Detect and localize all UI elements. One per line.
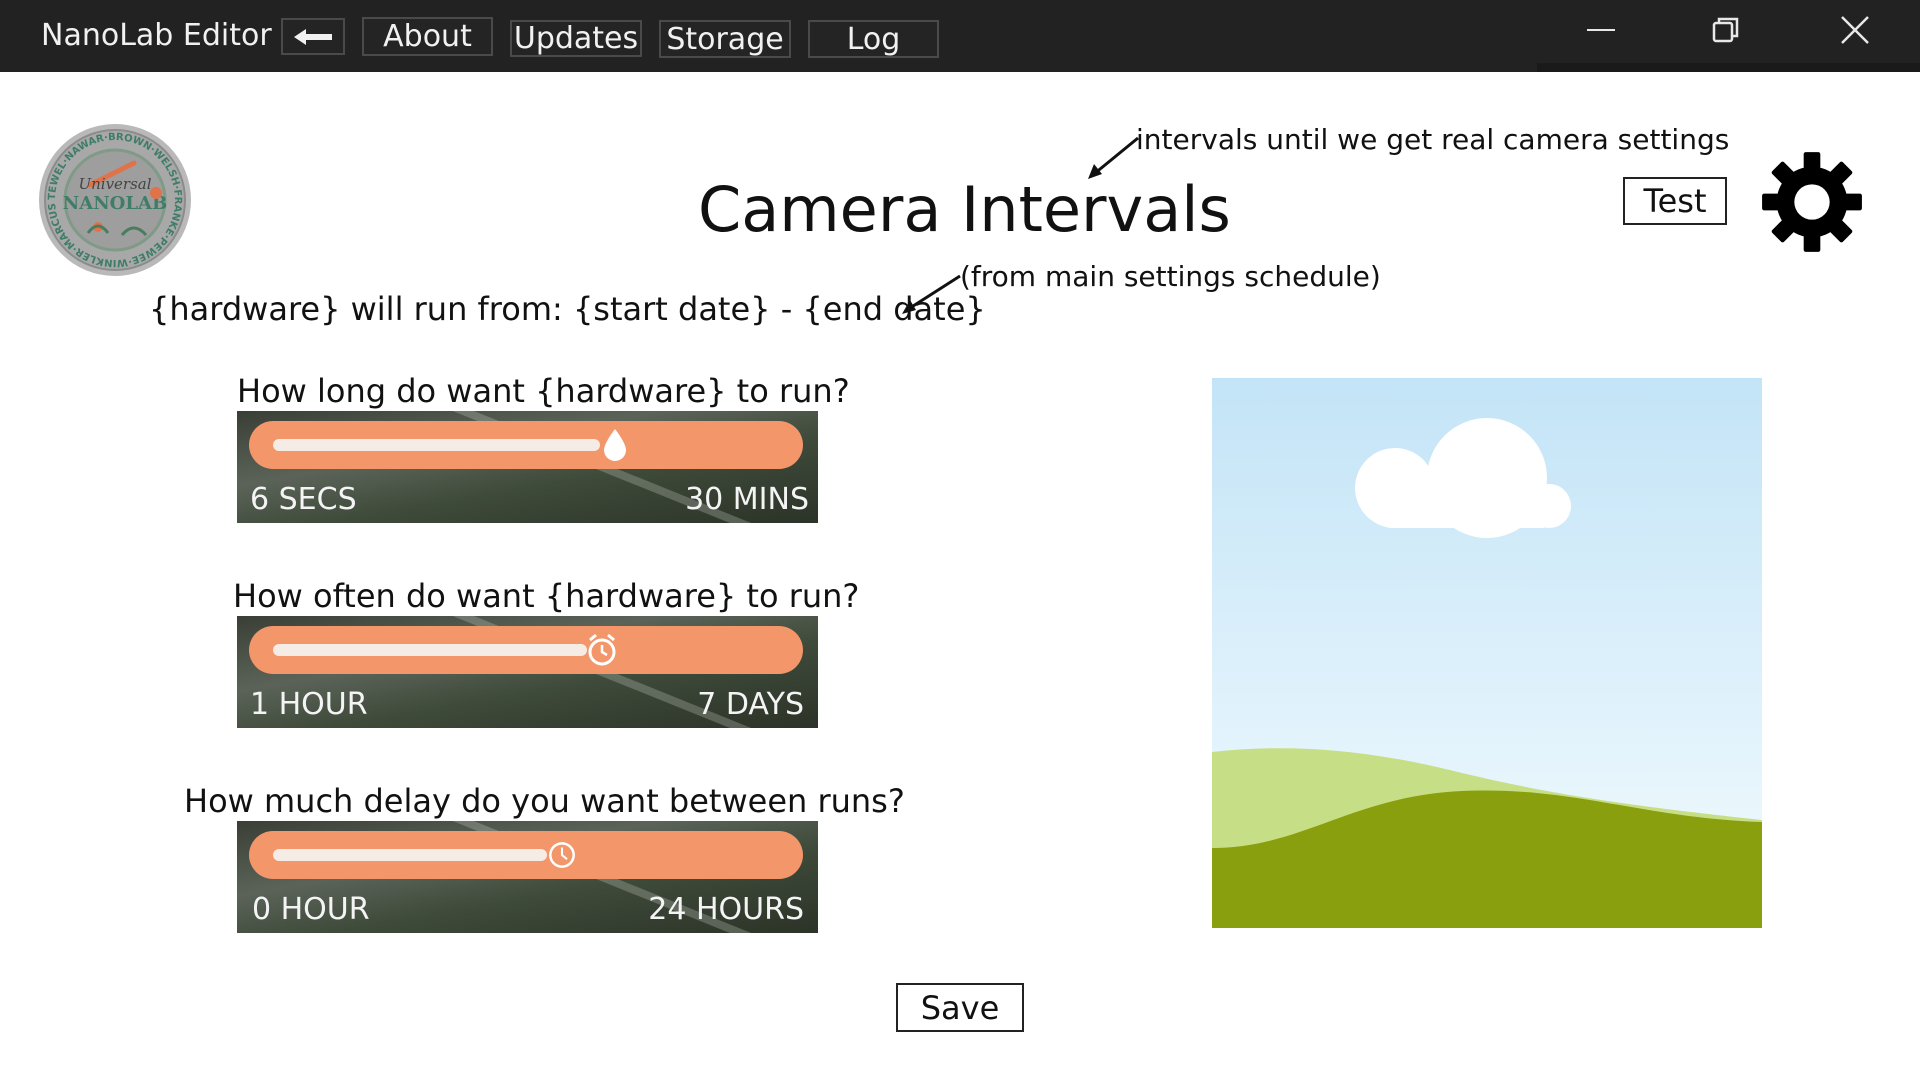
- restore-button[interactable]: [1696, 8, 1756, 52]
- menu-about[interactable]: About: [362, 17, 493, 56]
- run-range-text: {hardware} will run from: {start date} -…: [149, 290, 986, 328]
- test-button[interactable]: Test: [1623, 177, 1727, 225]
- delay-min-label: 0 HOUR: [252, 892, 370, 927]
- duration-slider[interactable]: [249, 421, 803, 469]
- menu-storage[interactable]: Storage: [659, 20, 791, 58]
- restore-icon: [1712, 17, 1739, 43]
- gear-icon[interactable]: [1760, 150, 1864, 254]
- frequency-max-label: 7 DAYS: [697, 687, 804, 722]
- menu-log[interactable]: Log: [808, 20, 939, 58]
- clock-icon[interactable]: [547, 837, 577, 873]
- delay-slider-panel: 0 HOUR 24 HOURS: [237, 821, 818, 933]
- close-icon: [1841, 16, 1869, 44]
- minimize-icon: [1587, 29, 1615, 31]
- save-button[interactable]: Save: [896, 983, 1024, 1032]
- arrow-left-icon: [294, 28, 332, 45]
- duration-question: How long do want {hardware} to run?: [237, 372, 850, 410]
- close-button[interactable]: [1825, 8, 1885, 52]
- frequency-question: How often do want {hardware} to run?: [233, 577, 860, 615]
- title-bar-divider: [1537, 63, 1920, 72]
- note-title: intervals until we get real camera setti…: [1136, 123, 1730, 156]
- duration-slider-panel: 6 SECS 30 MINS: [237, 411, 818, 523]
- logo-top-text: Universal: [78, 175, 151, 193]
- nanolab-logo: TEWEL·NAWAR·BROWN·WELSH·FRANKE·PEWEE·WIN…: [38, 123, 191, 276]
- frequency-min-label: 1 HOUR: [250, 687, 368, 722]
- droplet-icon[interactable]: [600, 427, 630, 463]
- app-name: NanoLab Editor: [41, 18, 272, 53]
- note-title-arrow: [1088, 136, 1139, 179]
- camera-preview-image: [1212, 378, 1762, 928]
- title-bar: NanoLab Editor About Updates Storage Log: [0, 0, 1920, 72]
- frequency-track: [273, 644, 587, 656]
- duration-track: [273, 439, 600, 451]
- delay-slider[interactable]: [249, 831, 803, 879]
- note-schedule: (from main settings schedule): [960, 260, 1381, 293]
- duration-max-label: 30 MINS: [685, 482, 809, 517]
- alarm-clock-icon[interactable]: [587, 632, 617, 668]
- delay-track: [273, 849, 547, 861]
- minimize-button[interactable]: [1571, 8, 1631, 52]
- delay-question: How much delay do you want between runs?: [184, 782, 905, 820]
- delay-max-label: 24 HOURS: [648, 892, 804, 927]
- menu-updates[interactable]: Updates: [510, 20, 642, 57]
- page-title: Camera Intervals: [698, 173, 1231, 246]
- frequency-slider[interactable]: [249, 626, 803, 674]
- frequency-slider-panel: 1 HOUR 7 DAYS: [237, 616, 818, 728]
- duration-min-label: 6 SECS: [250, 482, 357, 517]
- back-button[interactable]: [281, 18, 345, 55]
